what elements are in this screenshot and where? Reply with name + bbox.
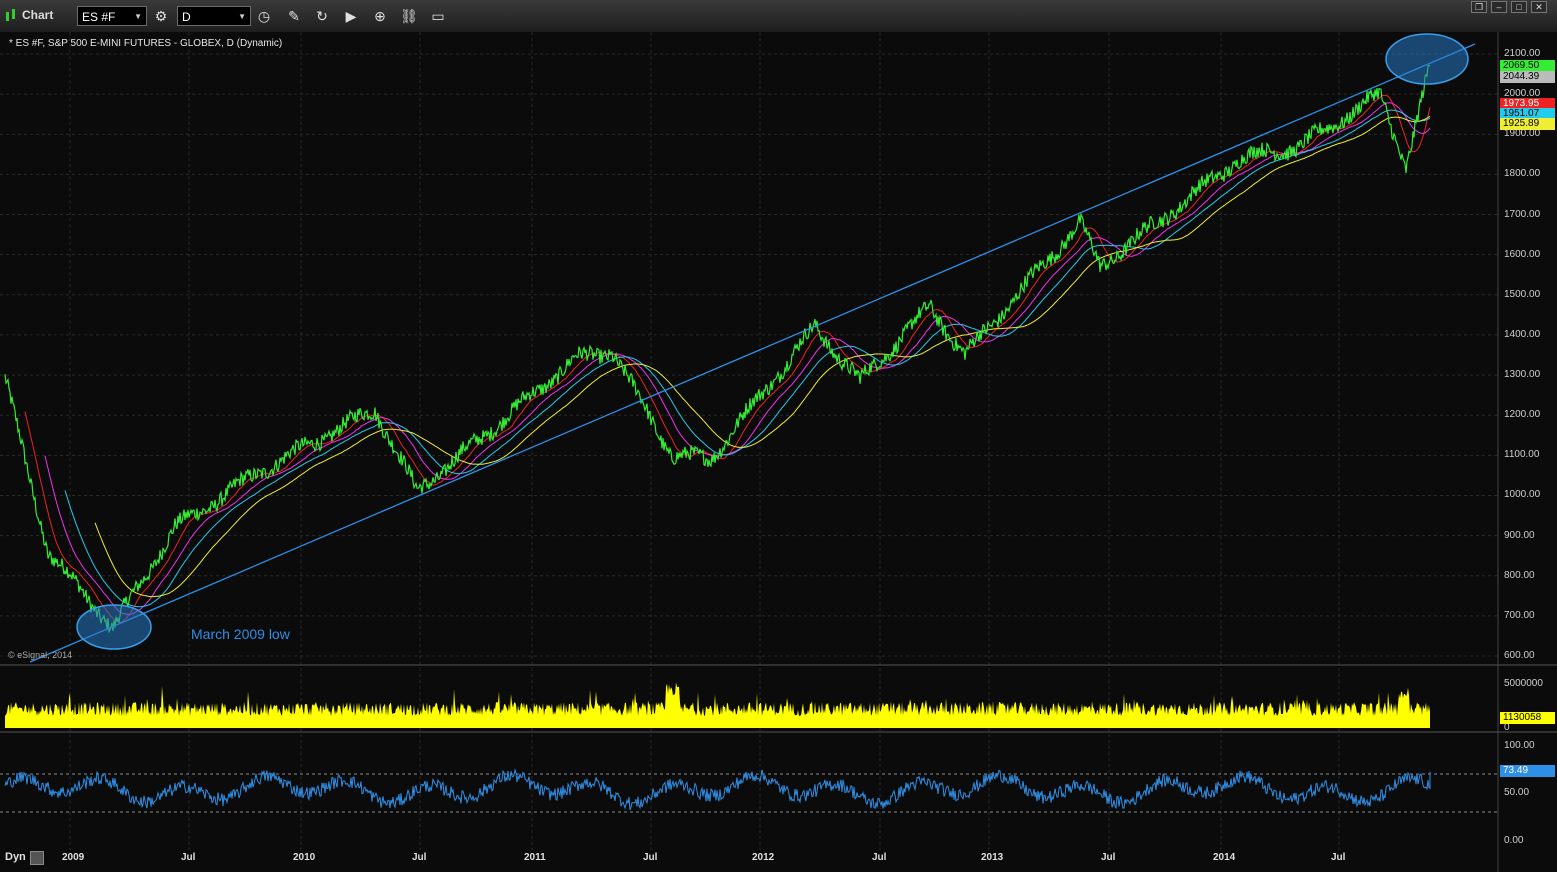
chevron-down-icon[interactable]: ▼: [134, 7, 142, 27]
price-tick-label: 2100.00: [1504, 48, 1541, 59]
time-tick-label: 2012: [752, 852, 775, 863]
time-tick-label: 2010: [293, 852, 316, 863]
pencil-icon[interactable]: ✎: [283, 6, 305, 26]
time-tick-label: Jul: [181, 852, 196, 863]
interval-value: D: [182, 10, 191, 24]
time-tick-label: 2014: [1213, 852, 1236, 863]
link-icon[interactable]: ⛓: [398, 6, 420, 26]
price-tick-label: 1000.00: [1504, 489, 1541, 501]
comment-icon[interactable]: ▭: [427, 6, 449, 26]
price-tick-label: 1800.00: [1504, 168, 1541, 180]
gear-icon[interactable]: ⚙: [150, 6, 172, 26]
app-title: Chart: [22, 8, 54, 22]
price-tick-label: 700.00: [1504, 609, 1535, 621]
chevron-down-icon[interactable]: ▼: [238, 7, 246, 27]
ma-gray-label: 2044.39: [1500, 71, 1555, 83]
time-tick-label: Jul: [1101, 852, 1116, 863]
close-icon[interactable]: ✕: [1531, 1, 1547, 13]
rsi-last-label: 73.49: [1500, 765, 1555, 777]
price-tick-label: 1200.00: [1504, 409, 1541, 421]
annotation-label[interactable]: March 2009 low: [191, 626, 290, 642]
price-tick-label: 1500.00: [1504, 288, 1541, 300]
price-tick-label: 1300.00: [1504, 369, 1541, 381]
volume-tick-high: 5000000: [1504, 678, 1543, 689]
highlight-ellipse-low[interactable]: [76, 604, 152, 650]
highlight-ellipse-high[interactable]: [1385, 33, 1469, 85]
refresh-icon[interactable]: ↻: [311, 6, 333, 26]
chart-title: * ES #F, S&P 500 E-MINI FUTURES - GLOBEX…: [9, 38, 283, 49]
time-tick-label: Jul: [1331, 852, 1346, 863]
restore-icon[interactable]: ❐: [1471, 1, 1487, 13]
symbol-input[interactable]: ES #F ▼: [77, 6, 147, 26]
time-tick-label: 2009: [62, 852, 85, 863]
price-tick-label: 600.00: [1504, 650, 1535, 661]
price-tick-label: 1700.00: [1504, 208, 1541, 220]
price-tick-label: 1400.00: [1504, 328, 1541, 340]
ma-yellow-label: 1925.89: [1500, 118, 1555, 130]
toolbar: Chart ES #F ▼ ⚙ D ▼ ◷ ✎ ↻ ▶ ⊕ ⛓ ▭ ❐ – □ …: [0, 0, 1557, 33]
rsi-tick-0: 0.00: [1504, 835, 1524, 846]
symbol-value: ES #F: [82, 10, 116, 24]
price-tick-label: 1600.00: [1504, 248, 1541, 260]
dyn-label[interactable]: Dyn: [5, 851, 26, 863]
chart-app-icon: [6, 9, 15, 21]
price-tick-label: 1100.00: [1504, 449, 1540, 461]
dyn-toggle-icon[interactable]: [30, 851, 44, 865]
time-tick-label: 2011: [524, 852, 546, 863]
time-tick-label: 2013: [981, 852, 1004, 863]
volume-last-label: 1130058: [1500, 712, 1555, 724]
interval-input[interactable]: D ▼: [177, 6, 251, 26]
clock-icon[interactable]: ◷: [253, 6, 275, 26]
maximize-icon[interactable]: □: [1511, 1, 1527, 13]
copyright: © eSignal, 2014: [8, 650, 73, 660]
zoom-icon[interactable]: ⊕: [369, 6, 391, 26]
chart-canvas[interactable]: [0, 32, 1557, 872]
time-tick-label: Jul: [643, 852, 658, 863]
minimize-icon[interactable]: –: [1491, 1, 1507, 13]
time-tick-label: Jul: [872, 852, 887, 863]
time-tick-label: Jul: [412, 852, 427, 863]
rsi-tick-50: 50.00: [1504, 787, 1530, 798]
price-tick-label: 800.00: [1504, 569, 1535, 581]
price-tick-label: 900.00: [1504, 529, 1535, 541]
rsi-tick-100: 100.00: [1504, 740, 1535, 751]
play-icon[interactable]: ▶: [340, 6, 362, 26]
